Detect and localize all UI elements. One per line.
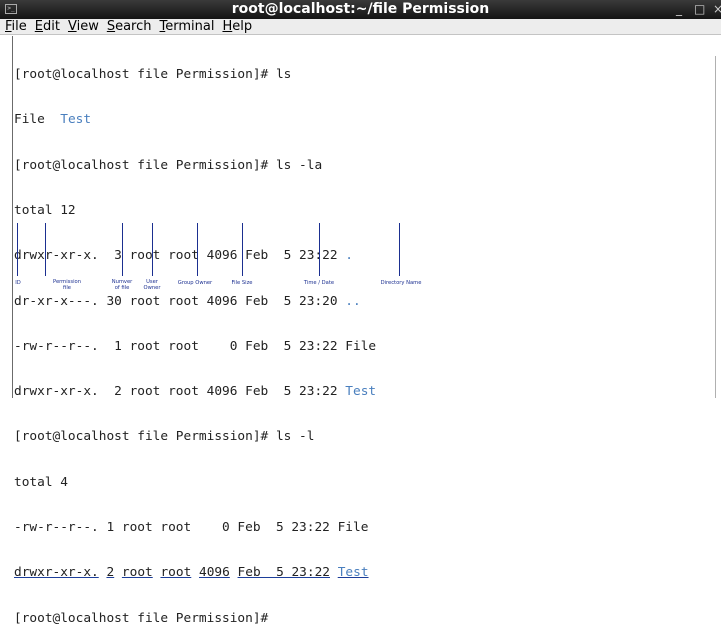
label-number: Numver of file <box>111 279 133 291</box>
menu-file[interactable]: File <box>0 19 30 34</box>
terminal-line: [root@localhost file Permission]# ls <box>14 67 292 83</box>
terminal-line: -rw-r--r--. 1 root root 0 Feb 5 23:22 Fi… <box>14 520 369 535</box>
terminal-line: drwxr-xr-x. 3 root root 4096 Feb 5 23:22… <box>14 248 376 263</box>
menu-help[interactable]: Help <box>217 19 255 34</box>
menu-help-label: elp <box>232 19 253 34</box>
terminal-prompt: [root@localhost file Permission]# <box>14 610 269 626</box>
size-field: 4096 <box>199 565 230 581</box>
terminal-line: [root@localhost file Permission]# ls -l <box>14 429 315 445</box>
menu-search-label: earch <box>115 19 152 34</box>
title-bar: >_ root@localhost:~/file Permission _ □ … <box>0 0 721 19</box>
guide-line-number <box>122 223 123 276</box>
terminal-line: drwxr-xr-x. 2 root root 4096 Feb 5 23:22… <box>14 384 376 399</box>
la-row2-name: .. <box>345 293 361 309</box>
label-permission: Permission file <box>53 279 81 291</box>
la-row1-prefix: drwxr-xr-x. 3 root root 4096 Feb 5 23:22 <box>14 248 346 264</box>
guide-line-group <box>197 223 198 276</box>
label-group: Group Owner <box>177 280 213 286</box>
terminal-line: File Test <box>14 112 376 127</box>
dirname-field: Test <box>337 565 369 581</box>
minimize-icon[interactable]: _ <box>676 1 682 18</box>
terminal-line: total 4 <box>14 474 68 490</box>
la-row4-name: Test <box>345 384 377 400</box>
menu-edit[interactable]: Edit <box>30 19 63 34</box>
user-field: root <box>121 565 153 581</box>
terminal-line: dr-xr-x---. 30 root root 4096 Feb 5 23:2… <box>14 294 376 309</box>
date-field: Feb 5 23:22 <box>237 565 330 581</box>
menu-view-label: iew <box>76 19 99 34</box>
menu-view[interactable]: View <box>63 19 102 34</box>
close-icon[interactable]: × <box>713 1 721 18</box>
terminal-line: total 12 <box>14 203 76 219</box>
guide-line-time <box>319 223 320 276</box>
la-row2-prefix: dr-xr-x---. 30 root root 4096 Feb 5 23:2… <box>14 293 346 309</box>
links-field: 2 <box>106 565 115 581</box>
perm-field: drwxr-xr-x. <box>14 565 99 581</box>
menu-edit-label: dit <box>43 19 60 34</box>
maximize-icon[interactable]: □ <box>694 1 705 18</box>
ls-test-dir: Test <box>60 112 92 128</box>
terminal-line: [root@localhost file Permission]# ls -la <box>14 157 323 173</box>
guide-line-permission <box>45 223 46 276</box>
menu-edit-mnemonic: E <box>34 19 43 34</box>
terminal-line: drwxr-xr-x. 2 root root 4096 Feb 5 23:22… <box>14 565 376 580</box>
la-row1-name: . <box>345 248 354 264</box>
menu-file-label: ile <box>11 19 27 34</box>
guide-line-user <box>152 223 153 276</box>
menu-search[interactable]: Search <box>102 19 155 34</box>
menu-terminal-label: erminal <box>165 19 215 34</box>
guide-line-dirname <box>399 223 400 276</box>
group-field: root <box>160 565 192 581</box>
menu-search-mnemonic: S <box>106 19 116 34</box>
menu-help-mnemonic: H <box>222 19 233 34</box>
label-filesize: File Size <box>231 280 253 286</box>
terminal-output: [root@localhost file Permission]# ls Fil… <box>14 37 376 641</box>
ls-file: File <box>14 112 45 128</box>
scrollbar[interactable] <box>715 56 721 398</box>
label-id: ID <box>15 280 21 286</box>
menu-bar: File Edit View Search Terminal Help <box>0 19 721 35</box>
menu-view-mnemonic: V <box>67 19 77 34</box>
terminal-line: -rw-r--r--. 1 root root 0 Feb 5 23:22 Fi… <box>14 338 377 354</box>
window-title: root@localhost:~/file Permission <box>231 1 490 17</box>
label-time: Time / Date <box>303 280 335 286</box>
label-dirname: Directory Name <box>380 280 422 286</box>
guide-line-id <box>17 223 18 276</box>
la-row4-prefix: drwxr-xr-x. 2 root root 4096 Feb 5 23:22 <box>14 384 346 400</box>
guide-line-filesize <box>242 223 243 276</box>
label-user: User Owner <box>143 279 161 291</box>
menu-terminal[interactable]: Terminal <box>155 19 218 34</box>
